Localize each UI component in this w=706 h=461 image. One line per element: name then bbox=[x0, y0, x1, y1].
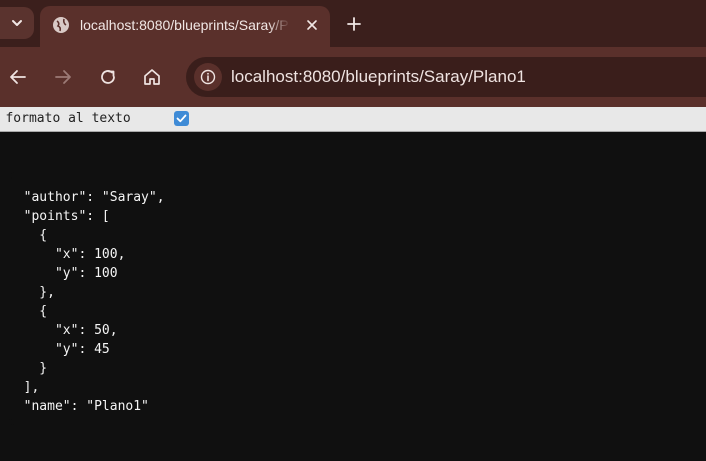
arrow-right-icon bbox=[55, 70, 71, 84]
json-line: } bbox=[8, 418, 16, 433]
json-line: "y": 100 bbox=[8, 266, 118, 281]
json-line: "author": "Saray", bbox=[8, 190, 165, 205]
back-button[interactable] bbox=[4, 63, 32, 91]
plus-icon bbox=[347, 17, 361, 31]
close-icon bbox=[307, 20, 317, 30]
json-line: { bbox=[8, 171, 16, 186]
arrow-left-icon bbox=[10, 70, 26, 84]
tab-search-button[interactable] bbox=[0, 7, 34, 39]
info-icon bbox=[200, 69, 216, 85]
pretty-print-checkbox[interactable] bbox=[174, 111, 189, 126]
browser-window: localhost:8080/blueprints/Saray/Plano1 bbox=[0, 0, 706, 461]
checkmark-icon bbox=[176, 114, 187, 123]
site-info-button[interactable] bbox=[194, 63, 222, 91]
chevron-down-icon bbox=[12, 20, 22, 26]
new-tab-button[interactable] bbox=[340, 10, 368, 38]
json-line: } bbox=[8, 361, 48, 376]
json-line: "x": 50, bbox=[8, 323, 118, 338]
active-tab[interactable]: localhost:8080/blueprints/Saray/Plano1 bbox=[40, 6, 330, 47]
tab-close-button[interactable] bbox=[302, 15, 322, 35]
json-line: { bbox=[8, 304, 48, 319]
json-line: "y": 45 bbox=[8, 342, 110, 357]
json-line: "name": "Plano1" bbox=[8, 399, 149, 414]
browser-toolbar: localhost:8080/blueprints/Saray/Plano1 bbox=[0, 47, 706, 107]
json-line: ], bbox=[8, 380, 40, 395]
json-line: { bbox=[8, 228, 48, 243]
url-text[interactable]: localhost:8080/blueprints/Saray/Plano1 bbox=[231, 67, 526, 87]
json-line: "points": [ bbox=[8, 209, 110, 224]
home-icon bbox=[144, 69, 160, 85]
reload-button[interactable] bbox=[94, 63, 122, 91]
tab-title: localhost:8080/blueprints/Saray/Plano1 bbox=[80, 17, 288, 33]
json-line: "x": 100, bbox=[8, 247, 126, 262]
reload-icon bbox=[101, 70, 115, 84]
json-text: { "author": "Saray", "points": [ { "x": … bbox=[8, 169, 165, 435]
address-bar[interactable]: localhost:8080/blueprints/Saray/Plano1 bbox=[186, 57, 706, 97]
pretty-print-label[interactable]: ar formato al texto bbox=[0, 111, 131, 127]
tab-strip: localhost:8080/blueprints/Saray/Plano1 bbox=[0, 0, 706, 47]
globe-icon bbox=[53, 17, 69, 33]
json-line: }, bbox=[8, 285, 55, 300]
home-button[interactable] bbox=[138, 63, 166, 91]
tab-title-fade bbox=[268, 14, 290, 36]
json-viewer: { "author": "Saray", "points": [ { "x": … bbox=[0, 132, 706, 461]
pretty-print-bar: ar formato al texto bbox=[0, 107, 706, 132]
forward-button[interactable] bbox=[49, 63, 77, 91]
